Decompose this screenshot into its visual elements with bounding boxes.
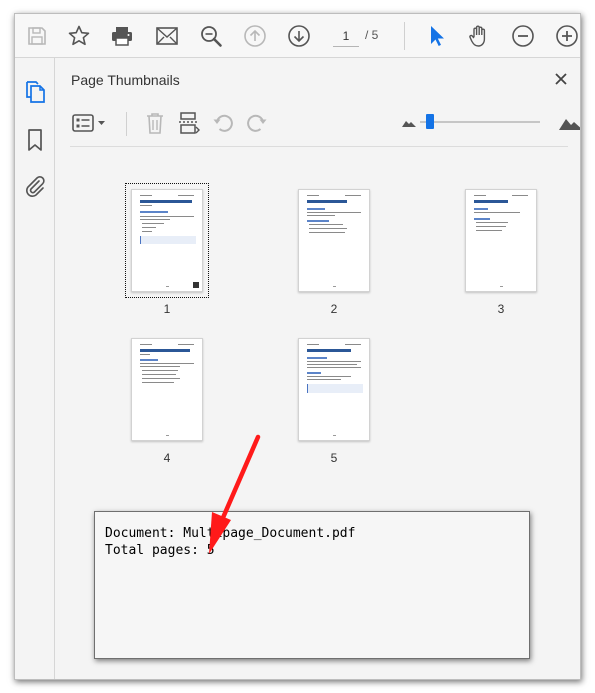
bookmarks-icon[interactable] (21, 126, 49, 154)
close-icon[interactable] (550, 68, 572, 90)
bookmark-star-icon[interactable] (65, 22, 93, 50)
page-preview (131, 338, 203, 441)
page-preview (298, 338, 370, 441)
save-icon[interactable] (23, 22, 51, 50)
page-preview (465, 189, 537, 292)
next-page-icon[interactable] (285, 22, 313, 50)
delete-page-icon[interactable] (142, 110, 168, 136)
search-icon[interactable] (197, 22, 225, 50)
zoom-in-icon[interactable] (553, 22, 580, 50)
console-document-line: Document: Multipage_Document.pdf (105, 526, 356, 541)
zoom-out-icon[interactable] (509, 22, 537, 50)
page-preview (298, 189, 370, 292)
thumbnail-label: 2 (330, 302, 338, 316)
email-icon[interactable] (153, 22, 181, 50)
hand-tool-icon[interactable] (465, 22, 493, 50)
toolbar-divider (404, 22, 405, 50)
thumbnail-label: 4 (163, 451, 171, 465)
large-thumbnails-icon[interactable] (558, 110, 580, 136)
panel-tools-divider (126, 112, 127, 136)
panel-toolbar (56, 108, 580, 140)
console-total-pages-line: Total pages: 5 (105, 543, 215, 558)
panel-title: Page Thumbnails (71, 72, 180, 88)
insert-page-icon[interactable] (176, 110, 202, 136)
main-toolbar: / 5 (15, 14, 580, 58)
select-cursor-icon[interactable] (422, 22, 450, 50)
rotate-counterclockwise-icon[interactable] (210, 110, 236, 136)
small-thumbnails-icon[interactable] (396, 110, 422, 136)
page-thumbnails-icon[interactable] (21, 78, 49, 106)
console-output-window: Document: Multipage_Document.pdf Total p… (94, 511, 530, 659)
page-number-input[interactable] (333, 25, 359, 47)
page-preview (131, 189, 203, 292)
thumbnail-size-slider[interactable] (420, 121, 540, 123)
attachments-icon[interactable] (21, 172, 49, 200)
selection-marker (193, 282, 199, 288)
previous-page-icon[interactable] (241, 22, 269, 50)
thumbnail-size-slider-thumb[interactable] (425, 114, 434, 129)
print-icon[interactable] (108, 22, 136, 50)
thumbnail-label: 5 (330, 451, 338, 465)
navigation-rail (15, 58, 55, 679)
page-total-label: / 5 (365, 28, 379, 42)
panel-rule (70, 146, 568, 147)
thumbnail-label: 3 (497, 302, 505, 316)
thumbnail-options-icon[interactable] (70, 110, 110, 136)
thumbnail-label: 1 (163, 302, 171, 316)
rotate-clockwise-icon[interactable] (244, 110, 270, 136)
